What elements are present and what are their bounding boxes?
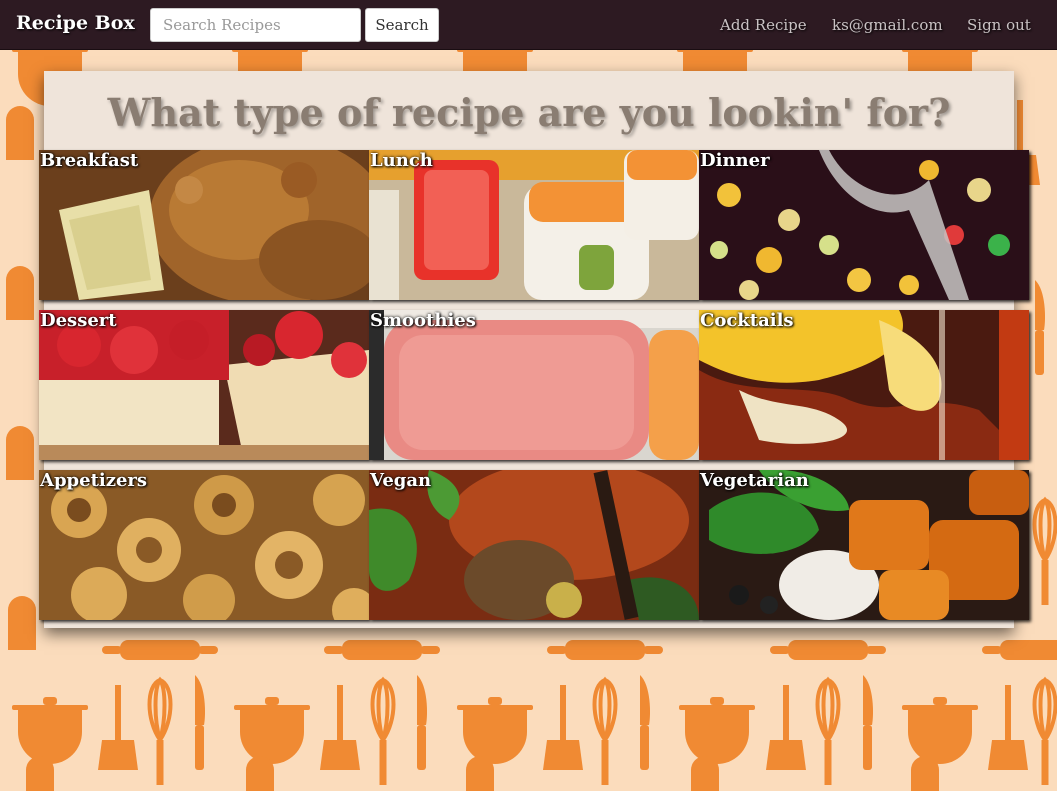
category-tile-vegan[interactable]: Vegan	[369, 470, 699, 620]
category-label: Cocktails	[700, 310, 794, 331]
category-tile-smoothies[interactable]: Smoothies	[369, 310, 699, 460]
category-tile-appetizers[interactable]: Appetizers	[39, 470, 369, 620]
category-label: Lunch	[370, 150, 433, 171]
add-recipe-link[interactable]: Add Recipe	[720, 16, 807, 34]
category-label: Vegetarian	[700, 470, 809, 491]
cocktails-image	[699, 310, 1029, 460]
lunch-image	[369, 150, 699, 300]
top-navbar: Recipe Box Search Add Recipe ks@gmail.co…	[0, 0, 1057, 50]
dessert-image	[39, 310, 369, 460]
category-label: Dinner	[700, 150, 770, 171]
category-tile-dinner[interactable]: Dinner	[699, 150, 1029, 300]
category-tile-dessert[interactable]: Dessert	[39, 310, 369, 460]
dinner-image	[699, 150, 1029, 300]
category-tile-lunch[interactable]: Lunch	[369, 150, 699, 300]
vegan-image	[369, 470, 699, 620]
category-label: Dessert	[40, 310, 117, 331]
page-title: What type of recipe are you lookin' for?	[107, 90, 951, 135]
brand-logo[interactable]: Recipe Box	[16, 12, 135, 34]
category-grid: Breakfast Lunch Dinner Dessert Smoothies…	[39, 150, 1050, 621]
search-input[interactable]	[150, 8, 361, 42]
category-label: Vegan	[370, 470, 432, 491]
breakfast-image	[39, 150, 369, 300]
sign-out-link[interactable]: Sign out	[967, 16, 1031, 34]
search-button[interactable]: Search	[365, 8, 439, 42]
category-tile-vegetarian[interactable]: Vegetarian	[699, 470, 1029, 620]
vegetarian-image	[699, 470, 1029, 620]
user-email-link[interactable]: ks@gmail.com	[832, 16, 943, 34]
appetizers-image	[39, 470, 369, 620]
smoothies-image	[369, 310, 699, 460]
category-label: Breakfast	[40, 150, 139, 171]
category-tile-cocktails[interactable]: Cocktails	[699, 310, 1029, 460]
category-tile-breakfast[interactable]: Breakfast	[39, 150, 369, 300]
category-label: Appetizers	[40, 470, 148, 491]
category-label: Smoothies	[370, 310, 476, 331]
